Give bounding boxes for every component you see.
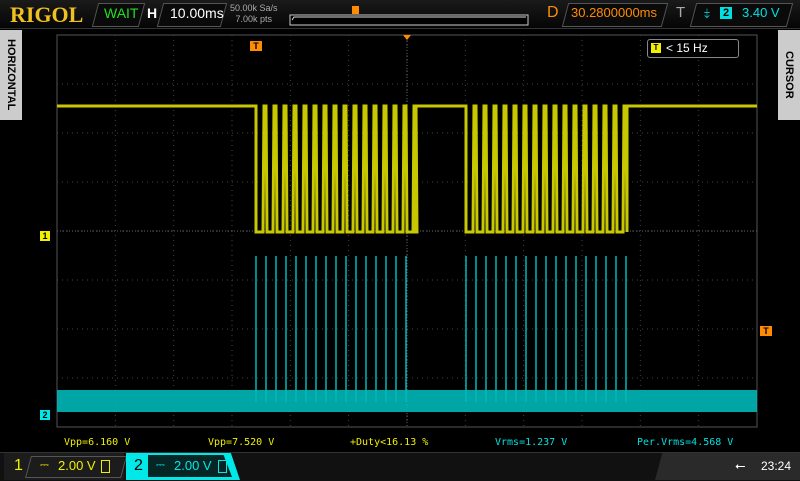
ch1-tab[interactable]: 1 ⎓ 2.00 V [4,453,127,480]
delay-value: 30.2800000ms [571,5,658,20]
timebase-label: H [147,5,158,21]
trigger-source: 2 [720,7,732,19]
ch1-offset-marker[interactable]: 1 [40,231,50,241]
dc-coupling-icon: ⎓ [40,459,49,471]
memory-overview[interactable] [285,2,530,26]
measurement-5: Per.Vrms=4.568 V [637,437,734,448]
trigger-frequency: < 15 Hz [666,41,708,55]
memory-depth: 7.00k pts [235,14,273,24]
top-status-bar: RIGOL WAIT H 10.00ms 50.00k Sa/s 7.00k p… [0,0,800,29]
clock: 23:24 [761,459,792,473]
ch2-tab[interactable]: 2 ⎓ 2.00 V [126,453,240,480]
ch1-number: 1 [14,457,23,474]
ch2-offset-marker[interactable]: 2 [40,410,50,420]
measurement-1: Vpp=6.160 V [64,437,131,448]
falling-edge-icon: ⤈ [704,5,710,20]
measurement-3: +Duty<16.13 % [350,437,429,448]
bottom-bar: 1 ⎓ 2.00 V 2 ⎓ 2.00 V ⭠ 23:24 [0,452,800,481]
run-status: WAIT [104,5,139,21]
rigol-logo: RIGOL [10,2,84,27]
trigger-label: T [676,4,686,21]
ch2-number: 2 [134,457,143,474]
ch1-waveform [57,104,757,234]
sampling-info: 50.00k Sa/s 7.00k pts [230,3,278,25]
bandwidth-limit-icon [101,460,110,473]
ch2-scale: 2.00 V [174,458,212,473]
delay-label: D [547,4,559,21]
usb-icon: ⭠ [735,458,746,473]
waveform-display[interactable] [0,30,800,435]
trigger-icon: T [651,43,661,53]
ch2-waveform [57,390,757,412]
trigger-level-marker[interactable]: T [760,326,772,336]
timebase-value: 10.00ms [170,5,224,21]
ch1-scale: 2.00 V [58,458,96,473]
measurement-4: Vrms=1.237 V [495,437,568,448]
bandwidth-limit-icon [218,460,227,473]
measurement-2: Vpp=7.520 V [208,437,275,448]
trigger-position-marker[interactable]: T [250,41,262,51]
system-tray: ⭠ 23:24 [655,453,800,480]
dc-coupling-icon: ⎓ [156,459,165,471]
trigger-level: 3.40 V [742,5,780,20]
trigger-frequency-box: T < 15 Hz [647,39,739,58]
sample-rate: 50.00k Sa/s [230,3,278,13]
trigger-position-icon [352,6,359,14]
trigger-offset-icon [403,35,411,40]
